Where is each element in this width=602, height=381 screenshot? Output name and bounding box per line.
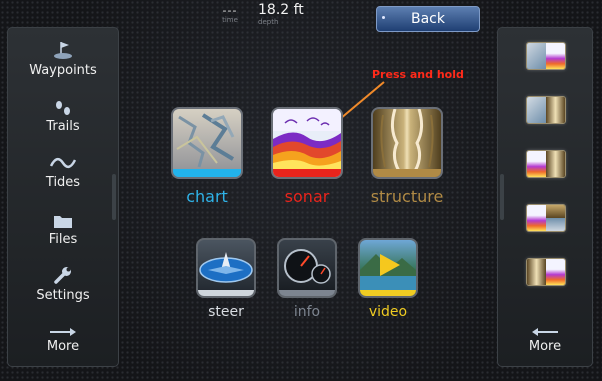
depth-value: 18.2 ft [258,2,304,18]
arrow-right-icon [50,328,76,336]
nav-label-settings: Settings [36,288,90,303]
right-more-button[interactable]: More [498,328,592,354]
nav-item-tides[interactable]: Tides [8,154,118,190]
nav-label-files: Files [48,232,78,247]
app-label-video: video [368,304,408,320]
app-tile-structure[interactable]: structure [371,107,443,215]
right-combo-panel: More [497,27,593,367]
chart-app-icon [171,107,243,179]
app-tile-video[interactable]: video [358,238,418,324]
nav-item-more[interactable]: More [8,328,118,354]
depth-readout: 18.2 ft depth [258,2,318,27]
video-app-icon [358,238,418,298]
nav-item-settings[interactable]: Settings [8,265,118,303]
app-label-structure: structure [370,187,444,206]
home-screen: --- time 18.2 ft depth Back Waypoints Tr… [0,0,602,381]
combo-thumb-sonar-structure-chart[interactable] [526,204,566,232]
arrow-left-icon [532,328,558,336]
time-readout: --- time [210,4,250,24]
right-panel-scroll-tab[interactable] [500,174,504,220]
nav-item-trails[interactable]: Trails [8,100,118,134]
combo-thumb-structure-sonar[interactable] [526,258,566,286]
left-panel-scroll-tab[interactable] [112,174,116,220]
nav-label-waypoints: Waypoints [29,63,97,78]
back-button[interactable]: Back [376,6,480,32]
steer-app-icon [196,238,256,298]
structure-app-icon [371,107,443,179]
indicator-dot [382,16,385,19]
info-app-icon [277,238,337,298]
app-label-chart: chart [186,187,228,206]
wrench-icon [54,267,71,284]
nav-item-files[interactable]: Files [8,213,118,247]
nav-label-tides: Tides [45,175,81,190]
app-tile-info[interactable]: info [277,238,337,324]
combo-thumb-chart-structure[interactable] [526,96,566,124]
left-nav-panel: Waypoints Trails Tides Files Settings Mo… [7,27,119,367]
time-value: --- [222,4,238,17]
combo-thumb-sonar-structure[interactable] [526,150,566,178]
app-tile-steer[interactable]: steer [196,238,256,324]
trails-icon [56,101,70,115]
nav-label-more: More [46,339,80,354]
nav-label-trails: Trails [46,119,80,134]
folder-icon [54,216,72,228]
combo-thumb-chart-sonar[interactable] [526,42,566,70]
waypoint-icon [54,42,72,59]
nav-item-waypoints[interactable]: Waypoints [8,40,118,78]
top-status-bar: --- time 18.2 ft depth Back [0,0,602,32]
tides-icon [50,157,76,169]
app-label-sonar: sonar [284,187,330,206]
back-button-label: Back [411,11,445,27]
app-tile-sonar[interactable]: sonar [271,107,343,215]
app-tile-chart[interactable]: chart [171,107,243,215]
right-more-label: More [528,339,562,354]
time-label: time [222,16,238,24]
sonar-app-icon [271,107,343,179]
depth-label: depth [258,18,279,26]
